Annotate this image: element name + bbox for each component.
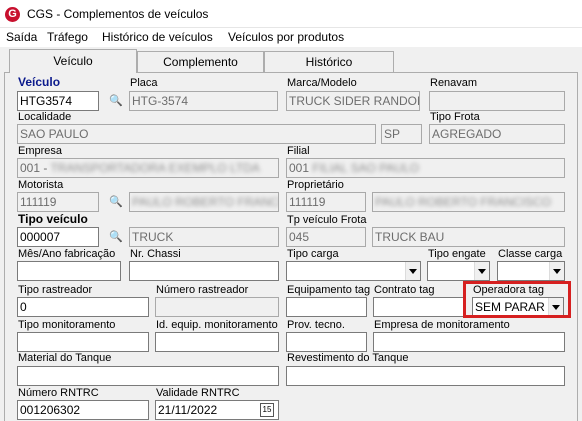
tipo-carga-label: Tipo carga: [287, 248, 339, 260]
tipo-rastreador-label: Tipo rastreador: [18, 284, 93, 296]
title-bar: G CGS - Complementos de veículos: [0, 0, 582, 28]
prov-tecno-input[interactable]: [286, 332, 367, 352]
tipo-veiculo-input[interactable]: 000007: [17, 227, 99, 247]
mes-ano-fabricacao-label: Mês/Ano fabricação: [18, 248, 116, 260]
placa-label: Placa: [130, 77, 158, 89]
nr-chassi-label: Nr. Chassi: [130, 248, 181, 260]
localidade-label: Localidade: [18, 111, 72, 123]
operadora-tag-label: Operadora tag: [473, 284, 544, 296]
material-tanque-label: Material do Tanque: [18, 352, 112, 364]
tab-complemento[interactable]: Complemento: [137, 51, 264, 72]
tab-veiculo[interactable]: Veículo: [9, 49, 137, 73]
empresa-field: 001 - TRANSPORTADORA EXEMPLO LTDA: [17, 158, 279, 178]
material-tanque-input[interactable]: [17, 366, 279, 386]
tipo-veiculo-label: Tipo veículo: [18, 212, 88, 226]
prov-tecno-label: Prov. tecno.: [287, 319, 345, 331]
menu-trafego[interactable]: Tráfego: [47, 30, 88, 44]
tab-historico[interactable]: Histórico: [264, 51, 394, 72]
empresa-monitoramento-input[interactable]: [373, 332, 565, 352]
renavam-field: [429, 91, 565, 111]
filial-label: Filial: [287, 145, 310, 157]
revestimento-tanque-input[interactable]: [286, 366, 565, 386]
numero-rntrc-input[interactable]: 001206302: [17, 400, 149, 420]
tp-veiculo-frota-desc-field: TRUCK BAU: [372, 227, 565, 247]
revestimento-tanque-label: Revestimento do Tanque: [287, 352, 409, 364]
chevron-down-icon[interactable]: [405, 262, 420, 280]
tp-veiculo-frota-code-field: 045: [286, 227, 366, 247]
calendar-icon[interactable]: 15: [260, 403, 274, 417]
numero-rntrc-label: Número RNTRC: [18, 387, 99, 399]
proprietario-code-field: 111119: [286, 192, 366, 212]
marca-modelo-label: Marca/Modelo: [287, 77, 357, 89]
id-equip-monitoramento-input[interactable]: [155, 332, 279, 352]
numero-rastreador-field: [155, 297, 279, 317]
contrato-tag-input[interactable]: [373, 297, 465, 317]
placa-field: HTG-3574: [129, 91, 278, 111]
proprietario-label: Proprietário: [287, 179, 344, 191]
marca-modelo-field: TRUCK SIDER RANDON: [286, 91, 420, 111]
tipo-monitoramento-label: Tipo monitoramento: [18, 319, 116, 331]
binoculars-icon[interactable]: 🔍: [106, 91, 126, 111]
empresa-monitoramento-label: Empresa de monitoramento: [374, 319, 510, 331]
chevron-down-icon[interactable]: [548, 298, 563, 316]
motorista-code-field: 111119: [17, 192, 99, 212]
contrato-tag-label: Contrato tag: [374, 284, 435, 296]
veiculo-label: Veículo: [18, 75, 61, 89]
empresa-label: Empresa: [18, 145, 63, 157]
binoculars-icon[interactable]: 🔍: [106, 192, 126, 212]
proprietario-name-field: PAULO ROBERTO FRANCISCO: [372, 192, 565, 212]
tipo-rastreador-input[interactable]: 0: [17, 297, 149, 317]
menu-saida[interactable]: Saída: [6, 30, 37, 44]
motorista-label: Motorista: [18, 179, 64, 191]
tipo-veiculo-desc-field: TRUCK: [129, 227, 279, 247]
renavam-label: Renavam: [430, 77, 478, 89]
empresa-redacted: TRANSPORTADORA EXEMPLO LTDA: [50, 161, 260, 175]
filial-redacted: FILIAL SAO PAULO: [312, 161, 420, 175]
binoculars-icon[interactable]: 🔍: [106, 227, 126, 247]
nr-chassi-input[interactable]: [129, 261, 279, 281]
equipamento-tag-input[interactable]: [286, 297, 367, 317]
tipo-engate-label: Tipo engate: [428, 248, 486, 260]
chevron-down-icon[interactable]: [474, 262, 489, 280]
app-logo-icon: G: [5, 7, 20, 22]
tipo-carga-select[interactable]: [286, 261, 421, 281]
chevron-down-icon[interactable]: [549, 262, 564, 280]
veiculo-input[interactable]: HTG3574: [17, 91, 99, 111]
tab-strip: Veículo Complemento Histórico: [0, 49, 582, 73]
motorista-name-field: PAULO ROBERTO FRANCISCO: [129, 192, 279, 212]
numero-rastreador-label: Número rastreador: [156, 284, 249, 296]
uf-field: SP: [381, 124, 422, 144]
equipamento-tag-label: Equipamento tag: [287, 284, 371, 296]
menu-bar: Saída Tráfego Histórico de veículos Veíc…: [0, 28, 582, 47]
id-equip-monitoramento-label: Id. equip. monitoramento: [156, 319, 278, 331]
tipo-frota-label: Tipo Frota: [430, 111, 480, 123]
validade-rntrc-label: Validade RNTRC: [156, 387, 240, 399]
mes-ano-fabricacao-input[interactable]: [17, 261, 121, 281]
menu-historico-veiculos[interactable]: Histórico de veículos: [102, 30, 213, 44]
tipo-monitoramento-input[interactable]: [17, 332, 149, 352]
filial-field: 001 FILIAL SAO PAULO: [286, 158, 565, 178]
classe-carga-label: Classe carga: [498, 248, 563, 260]
localidade-field: SAO PAULO: [17, 124, 376, 144]
tipo-frota-field: AGREGADO: [429, 124, 565, 144]
menu-veiculos-por-produtos[interactable]: Veículos por produtos: [228, 30, 344, 44]
tp-veiculo-frota-label: Tp veículo Frota: [287, 214, 367, 226]
window-title: CGS - Complementos de veículos: [27, 7, 209, 21]
